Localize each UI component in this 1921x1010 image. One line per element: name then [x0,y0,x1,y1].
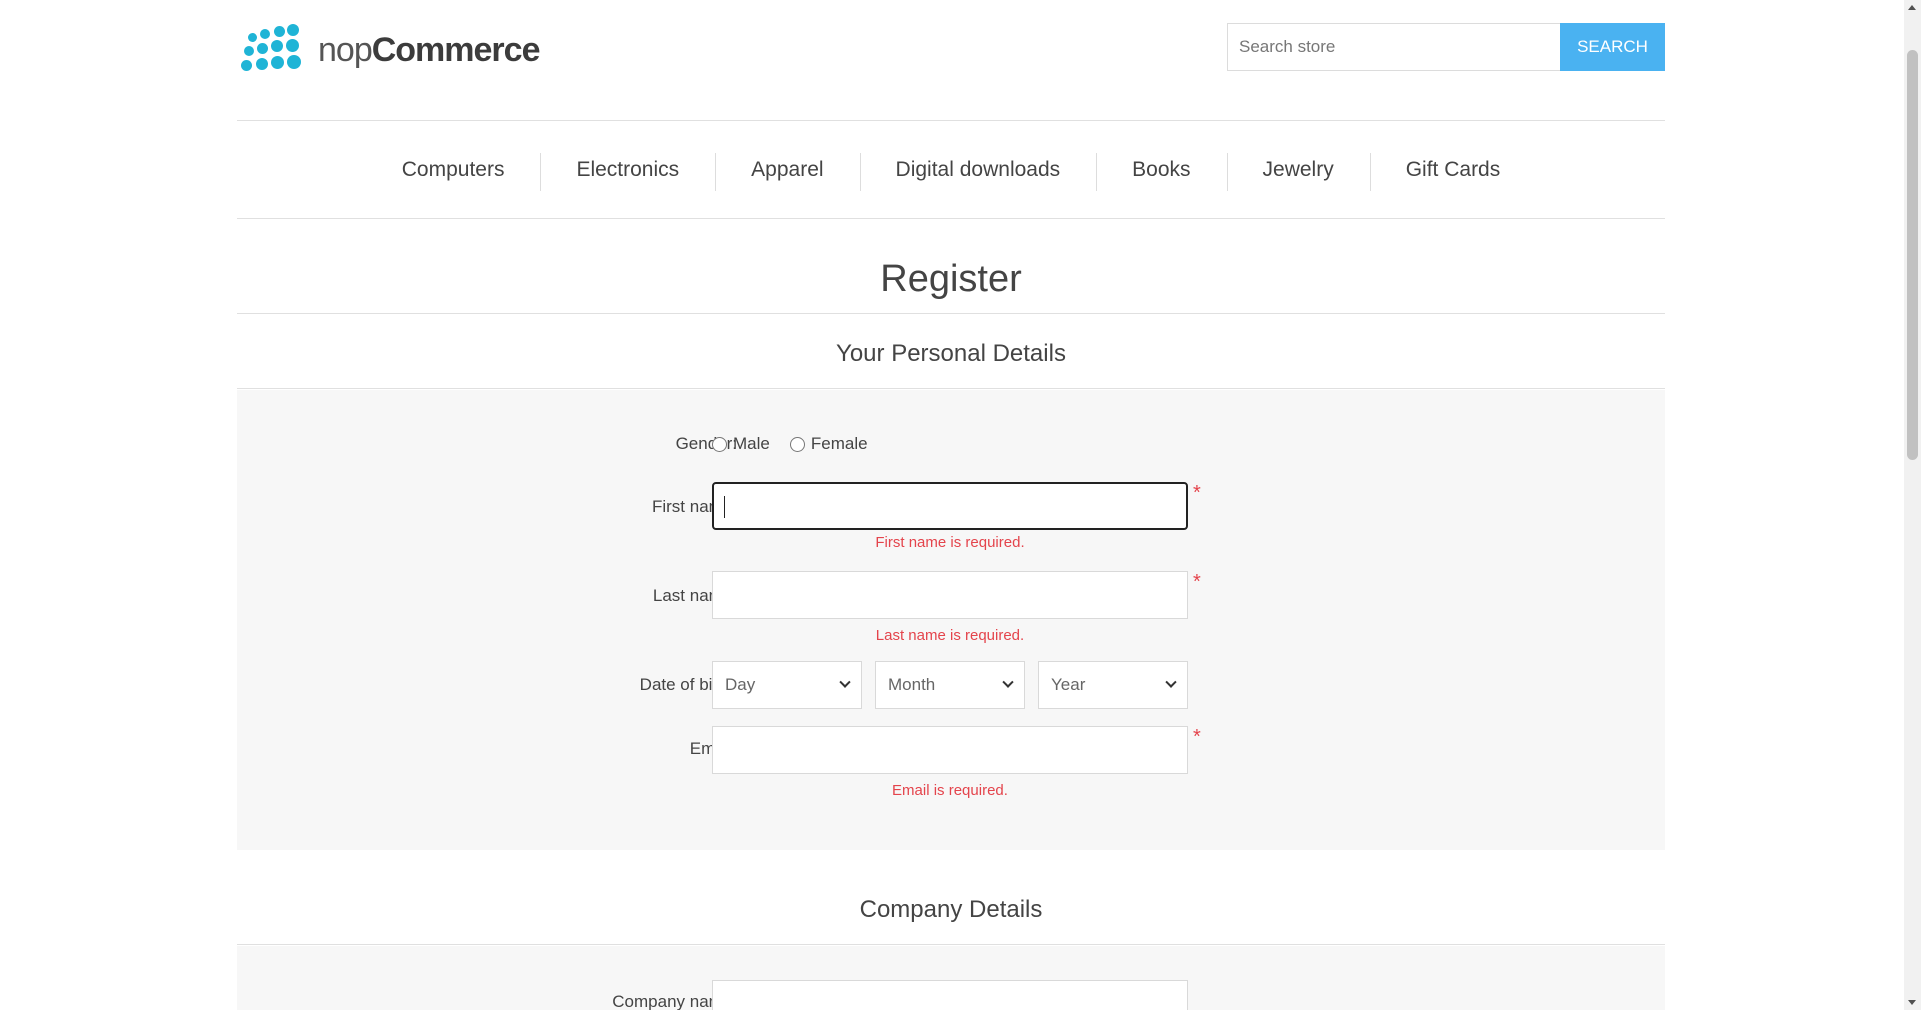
last-name-required-mark: * [1193,571,1201,593]
birth-day-select[interactable]: Day [712,661,862,709]
last-name-row: Last name: * Last name is required. [237,571,1665,651]
birth-day-value: Day [725,675,756,694]
company-details-panel: Company name: [237,946,1665,1010]
gender-options: Male Female [712,434,888,454]
chevron-down-icon [839,676,851,688]
nav-item-apparel[interactable]: Apparel [715,152,859,191]
search-box: SEARCH [1227,23,1665,71]
email-row: Email: * Email is required. [237,726,1665,806]
last-name-input[interactable] [712,571,1188,619]
birth-year-value: Year [1051,675,1086,694]
search-button[interactable]: SEARCH [1560,23,1665,71]
scroll-down-arrow-icon[interactable] [1908,1000,1916,1005]
logo-dots-icon [238,24,308,76]
search-input[interactable] [1227,23,1560,71]
page-scrollbar[interactable] [1904,0,1921,1010]
scroll-up-arrow-icon[interactable] [1908,5,1916,10]
page-title: Register [237,258,1665,314]
birth-year-select[interactable]: Year [1038,661,1188,709]
birth-month-value: Month [888,675,936,694]
nav-item-gift-cards[interactable]: Gift Cards [1369,152,1537,191]
date-of-birth-row: Date of birth: Day Month Year [237,661,1665,709]
nav-item-electronics[interactable]: Electronics [540,152,715,191]
gender-female-radio[interactable] [789,436,805,452]
email-input[interactable] [712,726,1188,774]
gender-female-label[interactable]: Female [811,434,868,454]
first-name-row: First name: * First name is required. [237,482,1665,562]
gender-male-radio[interactable] [712,436,727,452]
chevron-down-icon [1002,676,1014,688]
birth-month-select[interactable]: Month [875,661,1025,709]
personal-details-title: Your Personal Details [237,340,1665,389]
nav-item-books[interactable]: Books [1096,152,1226,191]
nav-item-digital-downloads[interactable]: Digital downloads [859,152,1097,191]
nav-item-computers[interactable]: Computers [366,158,541,182]
first-name-required-mark: * [1193,482,1201,504]
top-menu: Computers Electronics Apparel Digital do… [237,120,1665,219]
logo-text-light: nop [318,31,373,69]
scroll-thumb[interactable] [1907,50,1918,460]
text-caret [724,496,725,518]
last-name-error: Last name is required. [875,627,1025,644]
company-details-title: Company Details [237,896,1665,945]
logo-text-bold: Commerce [371,31,541,69]
company-name-row: Company name: [237,980,1665,1010]
logo-text: nopCommerce [318,31,541,69]
gender-row: Gender: Male Female [237,434,1665,458]
gender-male-label[interactable]: Male [733,434,770,454]
company-name-input[interactable] [712,980,1188,1010]
chevron-down-icon [1165,676,1177,688]
email-error: Email is required. [892,782,1008,799]
first-name-error: First name is required. [875,534,1025,551]
nav-item-jewelry[interactable]: Jewelry [1226,152,1370,191]
personal-details-panel: Gender: Male Female First name: * First … [237,390,1665,850]
store-logo[interactable]: nopCommerce [238,24,541,76]
email-required-mark: * [1193,726,1201,748]
first-name-input[interactable] [712,482,1188,530]
